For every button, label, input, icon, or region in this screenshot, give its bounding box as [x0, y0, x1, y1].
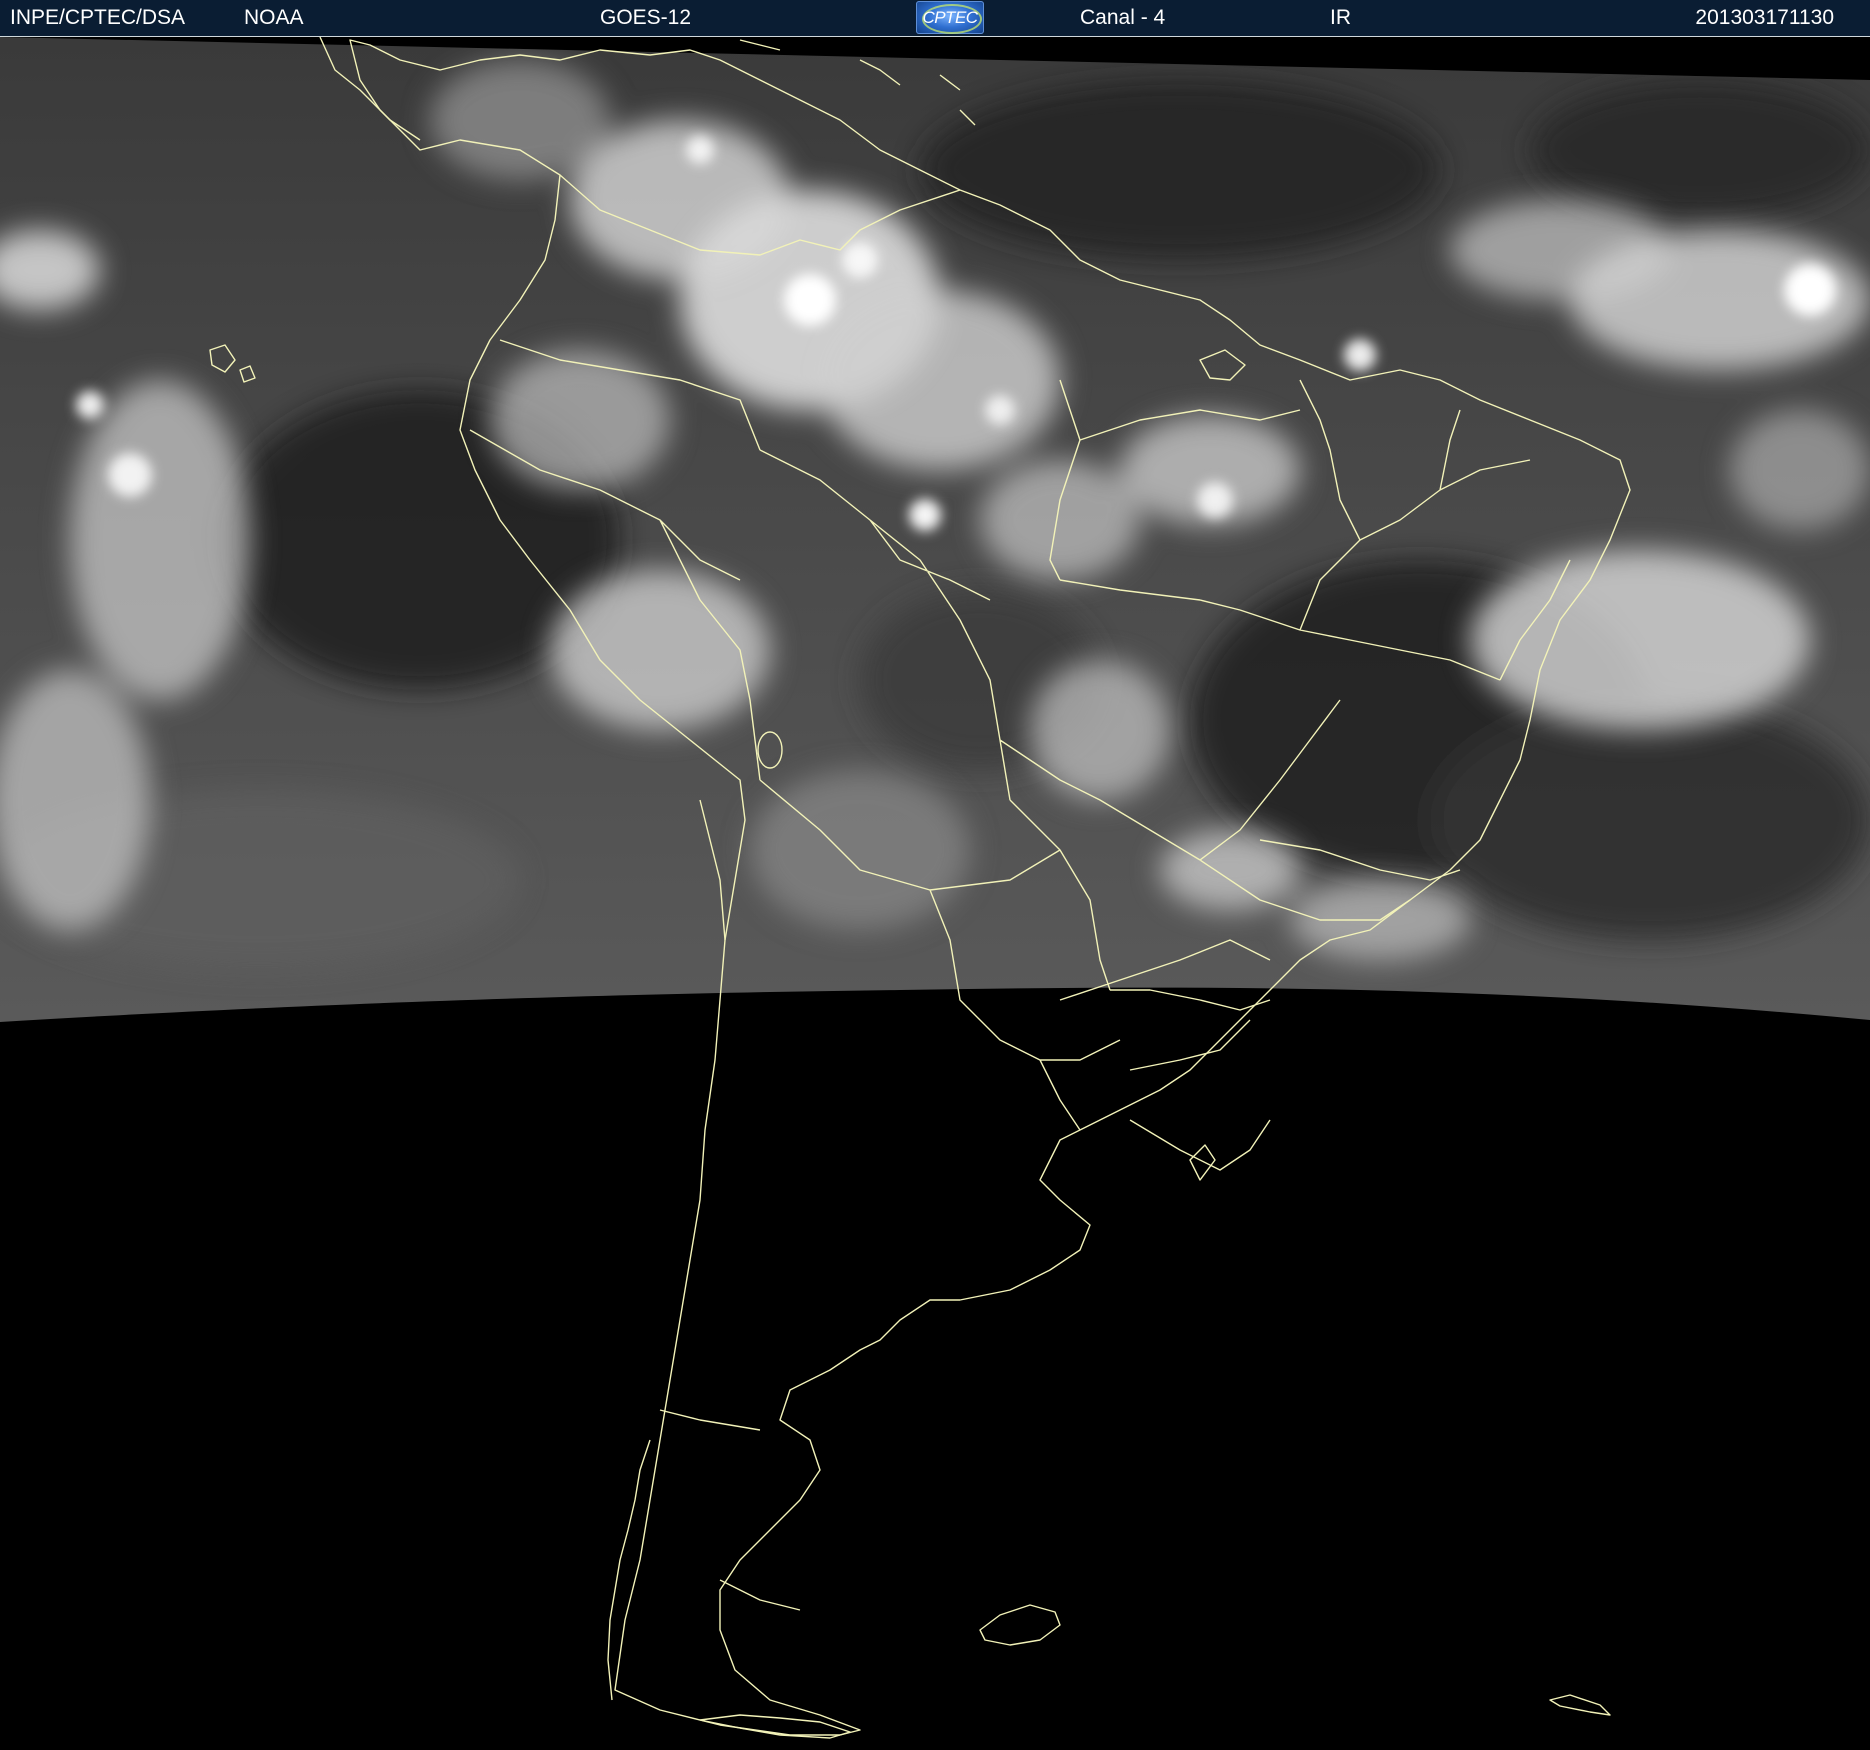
satellite-image-frame: INPE/CPTEC/DSA NOAA GOES-12 CPTEC Canal … — [0, 0, 1870, 1750]
channel-label: Canal - 4 — [1080, 6, 1166, 29]
cptec-logo: CPTEC — [916, 1, 984, 34]
source-label: NOAA — [244, 6, 304, 29]
satellite-map — [0, 37, 1870, 1739]
logo-text: CPTEC — [922, 7, 978, 27]
chile-archipelago — [607, 1439, 651, 1701]
south-georgia-island — [1549, 1694, 1611, 1716]
agency-label: INPE/CPTEC/DSA — [10, 6, 186, 29]
lagoa-dos-patos — [1189, 1144, 1216, 1181]
band-label: IR — [1330, 6, 1351, 29]
satellite-label: GOES-12 — [600, 6, 692, 29]
timestamp-label: 201303171130 — [1695, 6, 1834, 29]
image-header-bar: INPE/CPTEC/DSA NOAA GOES-12 CPTEC Canal … — [0, 0, 1870, 37]
falkland-islands — [979, 1604, 1061, 1646]
